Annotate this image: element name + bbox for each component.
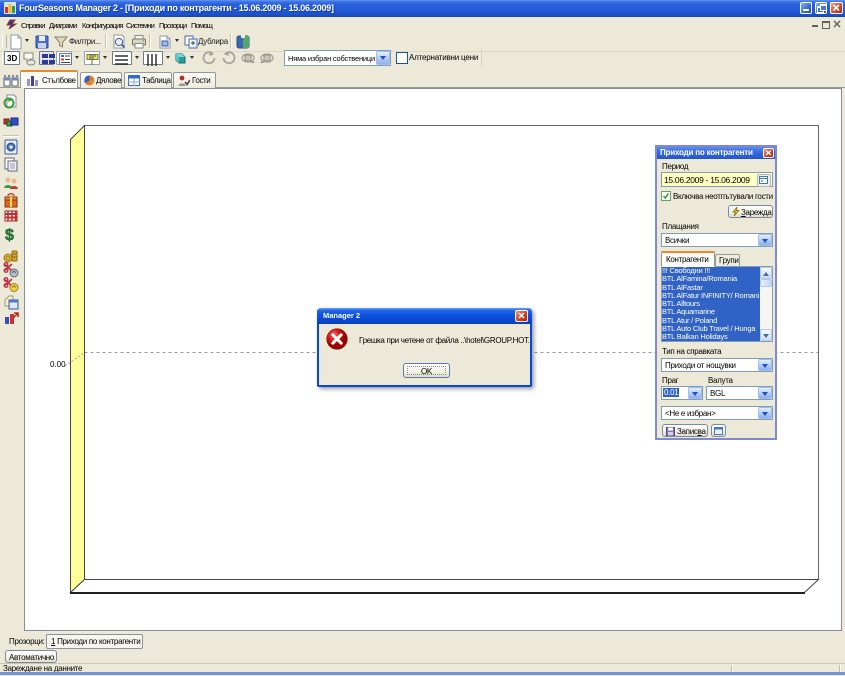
svg-text:$: $	[5, 227, 14, 242]
svg-text:0.00: 0.00	[50, 360, 66, 369]
